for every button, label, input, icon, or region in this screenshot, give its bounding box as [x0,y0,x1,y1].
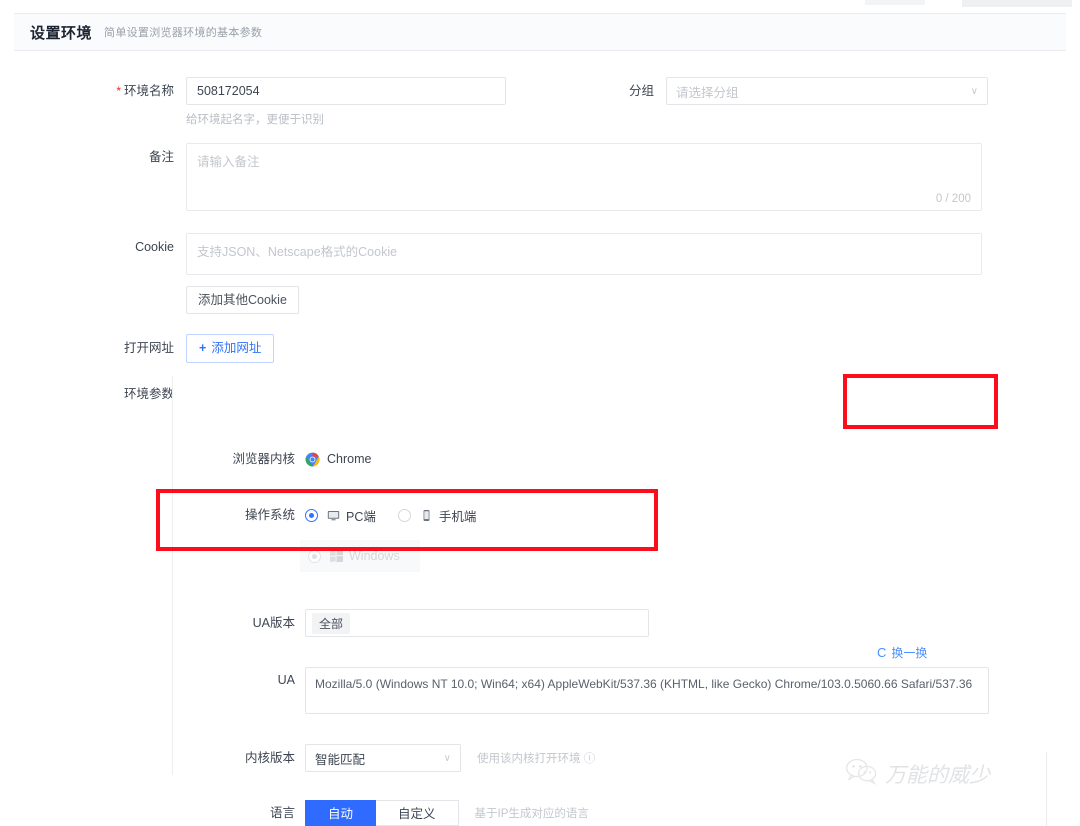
radio-mobile[interactable] [397,508,411,522]
remark-label: 备注 [148,150,174,164]
advanced-settings-panel: 浏览器内核 Chrome 操作系统 PC端 手机端 UA版本 全部 C 换一换 … [172,376,1052,826]
top-strip-ghost-right [962,0,1072,7]
env-name-hint: 给环境起名字，更便于识别 [186,114,324,126]
required-indicator: * [116,84,121,98]
os-option-mobile-label: 手机端 [438,509,477,524]
ua-refresh[interactable]: C 换一换 [877,644,927,661]
field-remark: 备注 请输入备注 0 / 200 [14,143,982,211]
os-option-windows-faded[interactable]: Windows [300,540,420,572]
field-language: 语言 自动 自定义 基于IP生成对应的语言 [173,800,589,826]
group-select[interactable]: 请选择分组 ∨ [666,77,988,105]
field-env-name: *环境名称 给环境起名字，更便于识别 [14,77,506,127]
watermark-divider [1046,752,1047,826]
chevron-down-icon: ∨ [443,752,451,764]
field-open-url: 打开网址 + 添加网址 [14,334,275,363]
field-ua: UA Mozilla/5.0 (Windows NT 10.0; Win64; … [173,667,989,714]
field-group: 分组 请选择分组 ∨ [610,77,988,105]
field-kernel-version: 内核版本 智能匹配 ∨ 使用该内核打开环境 ⓘ [173,744,595,772]
ua-version-label: UA版本 [252,616,295,630]
refresh-icon: C [877,645,887,660]
kernel-version-label: 内核版本 [244,751,295,765]
cookie-label: Cookie [135,240,174,254]
remark-placeholder: 请输入备注 [197,155,260,169]
field-operating-system: 操作系统 PC端 手机端 [173,502,498,528]
language-mode-custom[interactable]: 自定义 [376,800,459,826]
ua-label: UA [277,673,295,687]
env-name-label: * 环境名称 [116,84,174,98]
language-label: 语言 [269,806,295,820]
field-cookie: Cookie 支持JSON、Netscape格式的Cookie 添加其他Cook… [14,233,982,314]
language-mode-auto[interactable]: 自动 [305,800,377,826]
page-title: 设置环境 [30,24,93,42]
os-option-mobile[interactable]: 手机端 [397,506,477,525]
language-mode-toggle[interactable]: 自动 自定义 [305,800,459,826]
add-other-cookie-button[interactable]: 添加其他Cookie [186,286,299,314]
operating-system-label: 操作系统 [244,508,295,522]
os-option-windows-label: Windows [349,549,400,563]
os-option-pc-label: PC端 [346,509,376,524]
env-name-input[interactable] [186,77,506,105]
ua-version-input[interactable]: 全部 [305,609,649,637]
ua-input[interactable]: Mozilla/5.0 (Windows NT 10.0; Win64; x64… [305,667,989,714]
kernel-version-value: 智能匹配 [315,752,366,767]
kernel-version-select[interactable]: 智能匹配 ∨ [305,744,461,772]
language-hint: 基于IP生成对应的语言 [474,808,589,820]
page-header: 设置环境 简单设置浏览器环境的基本参数 [14,13,1066,51]
field-ua-version: UA版本 全部 [173,609,649,637]
plus-icon: + [199,341,207,355]
chevron-down-icon: ∨ [970,85,978,97]
refresh-ua-link[interactable]: C 换一换 [877,644,927,661]
remark-textarea[interactable]: 请输入备注 0 / 200 [186,143,982,211]
browser-kernel-label: 浏览器内核 [232,452,295,466]
add-url-label: 添加网址 [211,341,262,355]
top-strip-ghost-left [865,0,925,5]
refresh-ua-label: 换一换 [891,646,928,660]
monitor-icon [327,509,340,522]
radio-windows[interactable] [308,549,321,563]
phone-icon [420,509,433,522]
windows-icon [330,549,343,563]
ua-version-tag: 全部 [312,612,351,634]
field-browser-kernel: 浏览器内核 Chrome [173,446,371,472]
cookie-placeholder: 支持JSON、Netscape格式的Cookie [197,245,398,259]
open-url-label: 打开网址 [123,341,174,355]
add-url-button[interactable]: + 添加网址 [186,334,275,363]
kernel-version-hint: 使用该内核打开环境 ⓘ [477,753,596,765]
remark-char-counter: 0 / 200 [935,193,971,205]
group-label: 分组 [628,84,654,98]
env-params-label: 环境参数 [123,387,174,401]
os-option-pc[interactable]: PC端 [305,506,376,525]
page-subtitle: 简单设置浏览器环境的基本参数 [104,27,263,39]
cookie-textarea[interactable]: 支持JSON、Netscape格式的Cookie [186,233,982,275]
browser-kernel-value: Chrome [327,452,372,466]
settings-environment-page: 设置环境 简单设置浏览器环境的基本参数 *环境名称 给环境起名字，更便于识别 分… [0,0,1080,826]
group-select-placeholder: 请选择分组 [676,81,739,101]
radio-pc[interactable] [305,508,318,522]
top-strip [0,0,1080,13]
chrome-icon [305,452,320,467]
